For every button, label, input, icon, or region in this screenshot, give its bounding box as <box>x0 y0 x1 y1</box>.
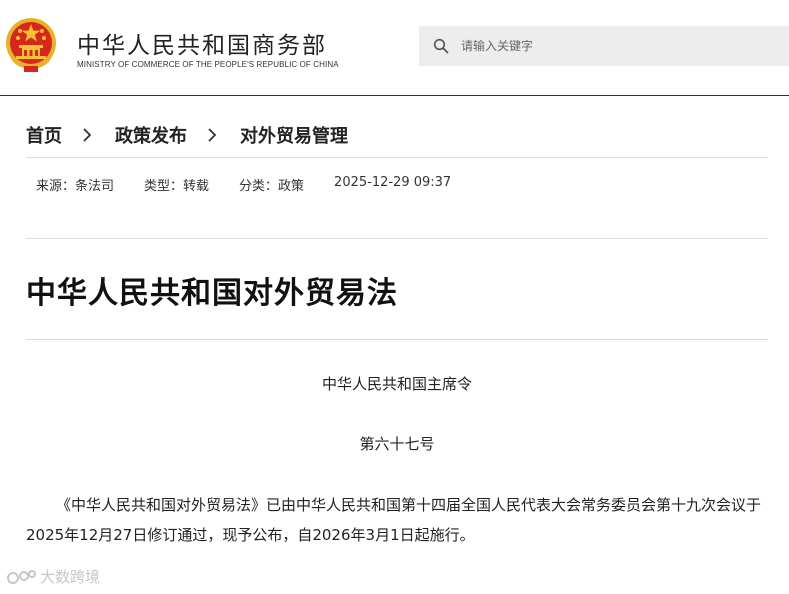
search-box[interactable] <box>419 26 789 66</box>
site-title: 中华人民共和国商务部 <box>77 33 327 59</box>
divider <box>26 157 768 158</box>
national-emblem-icon[interactable] <box>4 16 58 74</box>
breadcrumb: 首页 政策发布 对外贸易管理 <box>26 121 348 149</box>
breadcrumb-foreign-trade-link[interactable]: 对外贸易管理 <box>240 122 348 148</box>
article-meta: 来源：条法司 类型：转载 分类：政策 2025-12-29 09:37 <box>36 175 481 194</box>
search-icon[interactable] <box>433 38 449 54</box>
meta-type: 类型：转载 <box>144 179 210 194</box>
watermark-logo-icon <box>7 569 36 584</box>
chevron-right-icon <box>208 128 217 142</box>
article-title: 中华人民共和国对外贸易法 <box>26 276 398 311</box>
decree-line: 中华人民共和国主席令 <box>321 375 472 393</box>
watermark-text: 大数跨境 <box>40 568 101 586</box>
decree-number: 第六十七号 <box>359 435 435 453</box>
search-input[interactable] <box>461 26 771 66</box>
site-header: 中华人民共和国商务部 MINISTRY OF COMMERCE OF THE P… <box>0 0 789 96</box>
article-paragraph: 《中华人民共和国对外贸易法》已由中华人民共和国第十四届全国人民代表大会常务委员会… <box>26 496 762 544</box>
meta-datetime: 2025-12-29 09:37 <box>334 175 452 190</box>
divider <box>26 238 768 239</box>
divider <box>26 339 768 340</box>
chevron-right-icon <box>83 128 92 142</box>
breadcrumb-home-link[interactable]: 首页 <box>26 122 62 148</box>
breadcrumb-policy-release-link[interactable]: 政策发布 <box>115 122 187 148</box>
meta-source: 来源：条法司 <box>36 179 115 194</box>
watermark: 大数跨境 <box>6 566 100 587</box>
meta-category: 分类：政策 <box>239 179 305 194</box>
site-subtitle: MINISTRY OF COMMERCE OF THE PEOPLE'S REP… <box>77 60 339 69</box>
